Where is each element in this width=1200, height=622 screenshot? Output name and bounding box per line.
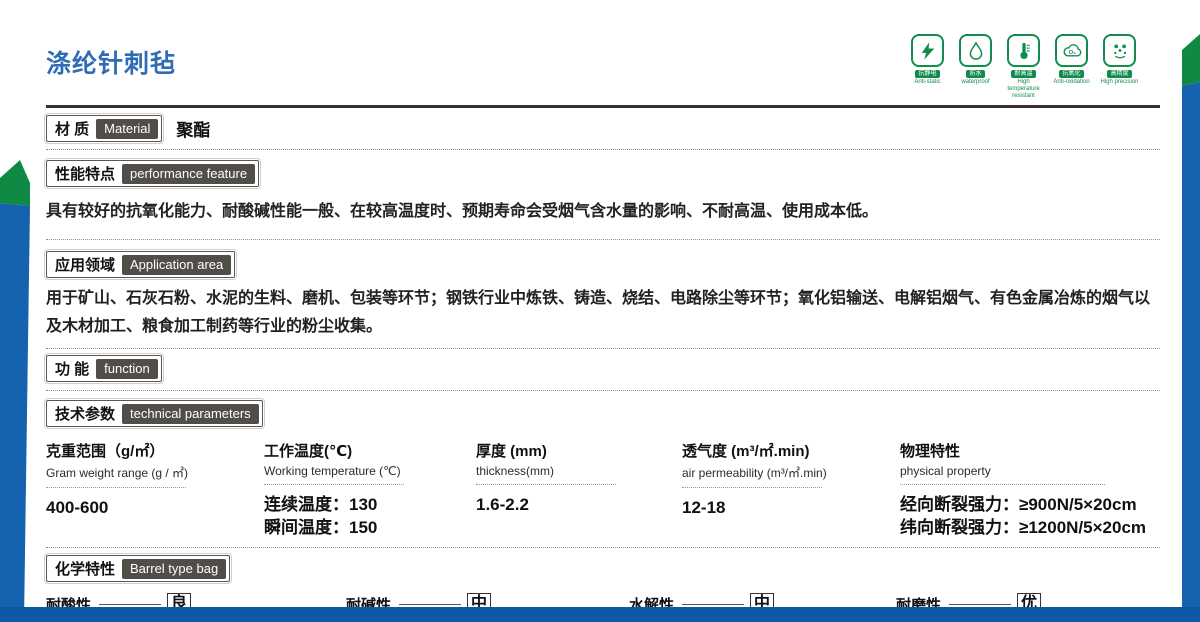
anti-static-icon — [911, 34, 944, 67]
chem-connector-line — [399, 604, 461, 605]
material-header: 材 质 Material — [46, 115, 162, 142]
section-material: 材 质 Material 聚酯 — [46, 115, 1160, 142]
chemical-header: 化学特性 Barrel type bag — [46, 555, 230, 582]
performance-header-zh: 性能特点 — [55, 163, 115, 184]
param-value-line: 纬向断裂强力：≥1200N/5×20cm — [900, 516, 1150, 539]
chemical-header-en-badge: Barrel type bag — [122, 559, 226, 579]
high-temperature-label-en: High temperature resistant — [1003, 79, 1044, 100]
param-divider — [46, 487, 186, 488]
param-thickness: 厚度 (mm) thickness(mm) 1.6-2.2 — [476, 440, 682, 539]
product-spec-page: 涤纶针刺毡 抗静电 Anti-static 防水 waterproof — [0, 0, 1200, 622]
technical-header-zh: 技术参数 — [55, 403, 115, 424]
param-value: 1.6-2.2 — [476, 493, 672, 516]
high-temperature-label-zh: 耐高温 — [1011, 70, 1035, 78]
performance-header-en-badge: performance feature — [122, 164, 255, 184]
feature-anti-static: 抗静电 Anti-static — [907, 34, 948, 100]
application-text: 用于矿山、石灰石粉、水泥的生料、磨机、包装等环节；钢铁行业中炼铁、铸造、烧结、电… — [46, 285, 1160, 341]
title-underline — [46, 105, 1160, 108]
section-chemical: 化学特性 Barrel type bag — [46, 555, 1160, 582]
param-label-en: Gram weight range (g / ㎡) — [46, 464, 254, 481]
param-physical-property: 物理特性 physical property 经向断裂强力：≥900N/5×20… — [900, 440, 1160, 539]
param-value-line: 瞬间温度：150 — [264, 516, 466, 539]
divider — [46, 547, 1160, 548]
section-performance: 性能特点 performance feature — [46, 160, 1160, 187]
technical-header: 技术参数 technical parameters — [46, 400, 263, 427]
performance-header: 性能特点 performance feature — [46, 160, 259, 187]
application-header: 应用领域 Application area — [46, 251, 235, 278]
param-label-zh: 物理特性 — [900, 440, 1150, 461]
chem-connector-line — [682, 604, 744, 605]
feature-icons: 抗静电 Anti-static 防水 waterproof — [907, 34, 1140, 100]
param-label-zh: 透气度 (m³/㎡.min) — [682, 440, 890, 461]
feature-anti-oxidation: O₃ 抗氧化 Anti-oxidation — [1051, 34, 1092, 100]
chemical-header-zh: 化学特性 — [55, 558, 115, 579]
feature-high-precision: 高精度 High precision — [1099, 34, 1140, 100]
param-label-zh: 工作温度(℃) — [264, 440, 466, 461]
application-header-en-badge: Application area — [122, 255, 231, 275]
param-value: 12-18 — [682, 496, 890, 519]
param-divider — [682, 487, 822, 488]
param-value: 连续温度：130 瞬间温度：150 — [264, 493, 466, 539]
material-header-en-badge: Material — [96, 119, 158, 139]
waterproof-label-en: waterproof — [961, 79, 989, 86]
divider — [46, 149, 1160, 150]
chem-connector-line — [949, 604, 1011, 605]
anti-oxidation-cloud-icon: O₃ — [1055, 34, 1088, 67]
anti-oxidation-label-en: Anti-oxidation — [1053, 79, 1089, 86]
application-header-zh: 应用领域 — [55, 254, 115, 275]
function-header-zh: 功 能 — [55, 358, 89, 379]
technical-header-en-badge: technical parameters — [122, 404, 259, 424]
param-working-temperature: 工作温度(℃) Working temperature (℃) 连续温度：130… — [264, 440, 476, 539]
param-value-line: 经向断裂强力：≥900N/5×20cm — [900, 493, 1150, 516]
section-application: 应用领域 Application area — [46, 251, 1160, 278]
high-precision-label-en: High precision — [1100, 79, 1138, 86]
performance-text: 具有较好的抗氧化能力、耐酸碱性能一般、在较高温度时、预期寿命会受烟气含水量的影响… — [46, 198, 1160, 226]
material-header-zh: 材 质 — [55, 118, 89, 139]
section-function: 功 能 function — [46, 355, 1160, 382]
param-label-zh: 克重范围（g/㎡） — [46, 440, 254, 461]
parameters-table: 克重范围（g/㎡） Gram weight range (g / ㎡) 400-… — [46, 440, 1160, 539]
param-gram-weight: 克重范围（g/㎡） Gram weight range (g / ㎡) 400-… — [46, 440, 264, 539]
page-title: 涤纶针刺毡 — [46, 44, 176, 80]
param-value: 400-600 — [46, 496, 254, 519]
feature-waterproof: 防水 waterproof — [955, 34, 996, 100]
param-divider — [900, 484, 1105, 485]
divider — [46, 390, 1160, 391]
chem-connector-line — [99, 604, 161, 605]
thermometer-icon — [1007, 34, 1040, 67]
waterproof-label-zh: 防水 — [966, 70, 984, 78]
param-label-en: thickness(mm) — [476, 464, 672, 478]
high-precision-icon — [1103, 34, 1136, 67]
feature-high-temperature: 耐高温 High temperature resistant — [1003, 34, 1044, 100]
param-label-en: physical property — [900, 464, 1150, 478]
material-value: 聚酯 — [176, 116, 210, 141]
divider — [46, 239, 1160, 240]
param-label-en: air permeability (m³/㎡.min) — [682, 464, 890, 481]
divider — [46, 348, 1160, 349]
anti-static-label-en: Anti-static — [914, 79, 940, 86]
header: 涤纶针刺毡 抗静电 Anti-static 防水 waterproof — [46, 34, 1160, 100]
anti-static-label-zh: 抗静电 — [915, 70, 939, 78]
section-technical: 技术参数 technical parameters — [46, 400, 1160, 427]
function-header-en-badge: function — [96, 359, 158, 379]
param-label-en: Working temperature (℃) — [264, 464, 466, 478]
param-value: 经向断裂强力：≥900N/5×20cm 纬向断裂强力：≥1200N/5×20cm — [900, 493, 1150, 539]
param-value-line: 连续温度：130 — [264, 493, 466, 516]
function-header: 功 能 function — [46, 355, 162, 382]
oxidation-glyph-text: O₃ — [1068, 49, 1076, 55]
high-precision-label-zh: 高精度 — [1107, 70, 1131, 78]
anti-oxidation-label-zh: 抗氧化 — [1059, 70, 1083, 78]
param-label-zh: 厚度 (mm) — [476, 440, 672, 461]
waterproof-icon — [959, 34, 992, 67]
param-air-permeability: 透气度 (m³/㎡.min) air permeability (m³/㎡.mi… — [682, 440, 900, 539]
bottom-blue-bar — [0, 607, 1200, 622]
param-divider — [264, 484, 404, 485]
param-divider — [476, 484, 616, 485]
